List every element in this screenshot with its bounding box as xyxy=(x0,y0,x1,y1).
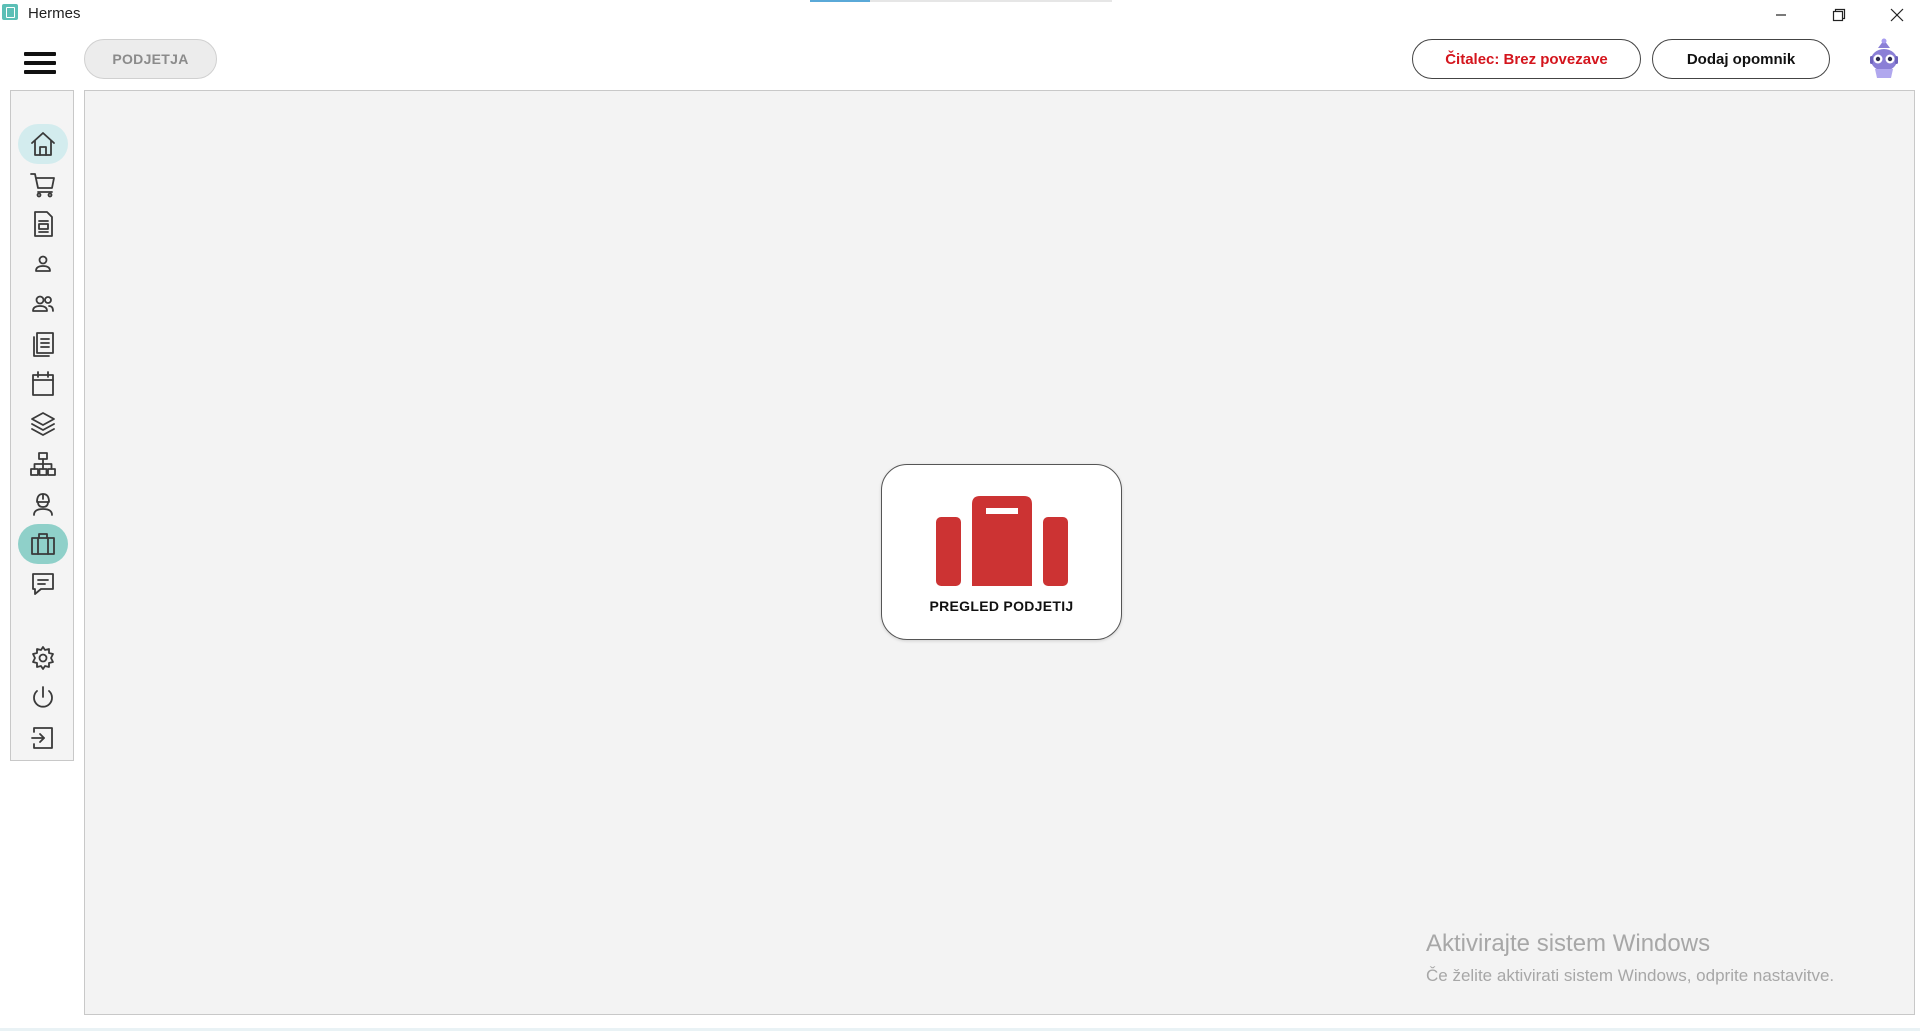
restore-icon xyxy=(1832,8,1846,22)
companies-overview-tile[interactable]: PREGLED PODJETIJ xyxy=(881,464,1122,640)
documents-list-icon xyxy=(33,332,54,357)
restore-button[interactable] xyxy=(1810,0,1868,30)
sidebar-item-home[interactable] xyxy=(18,124,68,164)
watermark-subtitle: Če želite aktivirati sistem Windows, odp… xyxy=(1426,966,1835,985)
briefcase-icon xyxy=(936,496,1068,586)
people-icon xyxy=(32,295,54,312)
briefcase-icon xyxy=(31,533,55,555)
sidebar-item-cart[interactable] xyxy=(18,164,68,204)
layers-icon xyxy=(31,412,55,436)
sidebar-item-records[interactable] xyxy=(18,324,68,364)
sidebar-item-people[interactable] xyxy=(18,284,68,324)
person-icon xyxy=(35,255,51,272)
hamburger-bar xyxy=(24,70,56,74)
sidebar-item-network[interactable] xyxy=(18,444,68,484)
close-icon xyxy=(1890,8,1904,22)
minimize-button[interactable] xyxy=(1752,0,1810,30)
watermark-title: Aktivirajte sistem Windows xyxy=(1426,930,1711,957)
main-content: PREGLED PODJETIJ xyxy=(84,90,1915,1015)
power-icon xyxy=(33,686,53,708)
reader-status-button[interactable]: Čitalec: Brez povezave xyxy=(1412,39,1641,79)
document-icon xyxy=(34,211,53,237)
sidebar-item-messages[interactable] xyxy=(18,564,68,604)
app-icon xyxy=(2,4,18,20)
sidebar-item-worker[interactable] xyxy=(18,484,68,524)
windows-activation-watermark: Aktivirajte sistem Windows Če želite akt… xyxy=(1426,930,1834,986)
sidebar-item-documents[interactable] xyxy=(18,204,68,244)
shopping-cart-icon xyxy=(30,173,55,198)
window-title: Hermes xyxy=(28,5,81,22)
chat-icon xyxy=(32,573,54,595)
minimize-icon xyxy=(1776,14,1786,16)
sidebar xyxy=(10,90,74,761)
breadcrumb-podjetja[interactable]: PODJETJA xyxy=(84,39,217,79)
sidebar-item-layers[interactable] xyxy=(18,404,68,444)
sidebar-item-companies[interactable] xyxy=(18,524,68,564)
sidebar-item-person[interactable] xyxy=(18,244,68,284)
sidebar-item-logout[interactable] xyxy=(18,718,68,758)
worker-icon xyxy=(33,493,53,516)
sidebar-item-calendar[interactable] xyxy=(18,364,68,404)
calendar-icon xyxy=(32,371,54,396)
robot-avatar-icon xyxy=(1870,38,1898,78)
sidebar-item-settings[interactable] xyxy=(18,638,68,678)
gear-icon xyxy=(32,646,54,670)
loading-progress-fill xyxy=(810,0,871,2)
title-bar: Hermes xyxy=(0,0,1920,30)
tile-label: PREGLED PODJETIJ xyxy=(929,598,1074,614)
add-reminder-button[interactable]: Dodaj opomnik xyxy=(1652,39,1830,79)
hamburger-bar xyxy=(24,52,56,56)
home-icon xyxy=(31,132,55,156)
loading-progress-bar xyxy=(810,0,1112,2)
hamburger-menu-button[interactable] xyxy=(24,52,57,76)
hamburger-bar xyxy=(24,61,56,65)
user-avatar[interactable] xyxy=(1864,38,1904,80)
network-icon xyxy=(30,452,56,476)
close-button[interactable] xyxy=(1868,0,1920,30)
sidebar-item-power[interactable] xyxy=(18,678,68,718)
logout-icon xyxy=(31,727,53,749)
